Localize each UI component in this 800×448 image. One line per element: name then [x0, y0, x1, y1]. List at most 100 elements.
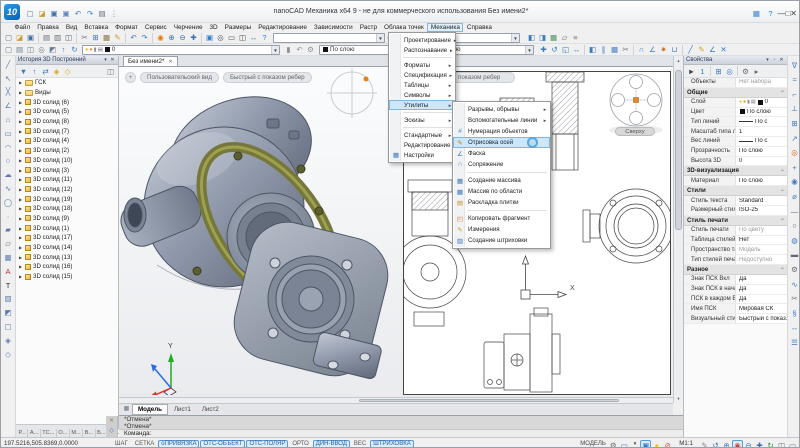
regen-icon[interactable]: ↻ [765, 440, 776, 448]
help-icon[interactable]: ? [763, 8, 777, 19]
tree-item[interactable]: ▶3D солид (7) [16, 126, 118, 136]
draft-icon[interactable]: ✎ [699, 440, 710, 448]
layout-tab[interactable]: Лист1 [169, 405, 196, 414]
status-toggle[interactable]: ОТС-ОБЪЕКТ [200, 440, 245, 448]
print-icon[interactable]: ▤ [96, 8, 108, 20]
position-marker-icon[interactable]: ◎ [789, 147, 800, 158]
panel-menu-icon[interactable]: ▾ [102, 57, 109, 63]
menu-item[interactable]: ✎Измерения [453, 224, 550, 235]
property-value[interactable]: Да [736, 286, 787, 292]
property-row[interactable]: Размерный стильISO-25 [684, 206, 787, 216]
new-file-icon[interactable]: ▢ [24, 8, 36, 20]
panel-close-icon[interactable]: ✕ [109, 57, 116, 63]
layout-tab[interactable]: Лист2 [197, 405, 224, 414]
open-file-icon[interactable]: ◪ [14, 32, 25, 43]
compass-view-label[interactable]: Сверху [615, 127, 655, 136]
region-icon[interactable]: ▰ [3, 224, 14, 235]
customize-props-icon[interactable]: ⚙ [740, 66, 751, 77]
ray-icon[interactable]: ↖ [3, 73, 14, 84]
raster-image-icon[interactable]: ▦ [548, 32, 559, 43]
property-section-header[interactable]: Стили− [684, 186, 787, 196]
status-toggle[interactable]: ДИН-ВВОД [313, 440, 350, 448]
grid-blue-icon[interactable]: ▦ [749, 8, 763, 19]
save-icon[interactable]: ▣ [48, 8, 60, 20]
view-compass[interactable] [609, 74, 663, 135]
property-value[interactable]: Мировая СК [736, 306, 787, 312]
order-up-icon[interactable]: ↑ [58, 44, 69, 55]
property-row[interactable]: Визуальный стильБыстрый с показ... [684, 314, 787, 324]
zoom-out-icon[interactable]: ⊖ [743, 440, 754, 448]
full-screen-icon[interactable]: ▭ [226, 32, 237, 43]
menubar-item[interactable]: Черчение [170, 23, 206, 32]
menu-item[interactable]: Эскизы► [389, 115, 455, 125]
property-row[interactable]: Знак ПСК ВклДа [684, 275, 787, 285]
format-painter-icon[interactable]: ✎ [112, 32, 123, 43]
property-row[interactable]: Масштаб типа л...1 [684, 127, 787, 137]
status-toggle[interactable]: ШТРИХОВКА [370, 440, 413, 448]
explode-icon[interactable]: ✷ [658, 44, 669, 55]
layer-prev-icon[interactable]: ↶ [294, 44, 305, 55]
viewport-plus-button[interactable]: + [125, 72, 136, 83]
dock-panel-icon[interactable]: ◫ [105, 66, 116, 77]
close-button[interactable]: ✕ [790, 9, 797, 18]
menu-item[interactable]: Распознавание► [389, 45, 455, 55]
text-style-icon[interactable]: A [3, 266, 14, 277]
stretch-icon[interactable]: ↔ [571, 44, 582, 55]
vertical-scroll-thumb[interactable] [675, 70, 682, 230]
zoom-in-icon[interactable]: ⊕ [721, 440, 732, 448]
zoom-extents-icon[interactable]: ◉ [155, 32, 166, 43]
collapse-icon[interactable]: − [780, 168, 784, 174]
status-toggle[interactable]: оПРИВЯЗКА [158, 440, 199, 448]
gradient-tool-icon[interactable]: ◩ [3, 307, 14, 318]
redo-icon[interactable]: ↷ [139, 32, 150, 43]
spec-list-icon[interactable]: ☰ [789, 337, 800, 348]
chamfer-tool-icon[interactable]: ∠ [647, 44, 658, 55]
sheet-props-icon[interactable]: ▤ [14, 44, 25, 55]
tree-item[interactable]: ▶3D солид (11) [16, 175, 118, 185]
save-as-icon[interactable]: ▣ [60, 8, 72, 20]
property-value[interactable]: По с [736, 119, 787, 125]
tolerance-frame-icon[interactable]: ⊞ [789, 118, 800, 129]
property-row[interactable]: Высота 3D0 [684, 157, 787, 167]
menubar-item[interactable]: Вид [62, 23, 81, 32]
tree-item[interactable]: ▶Виды [16, 88, 118, 98]
menubar-item[interactable]: Формат [112, 23, 142, 32]
tree-item[interactable]: ▶3D солид (3) [16, 165, 118, 175]
menu-item[interactable]: ▩Массив по области [453, 186, 550, 197]
quick-select-icon[interactable]: ◎ [724, 66, 735, 77]
point-icon[interactable]: ∙ [3, 211, 14, 222]
weld-symbol-icon[interactable]: ≈ [789, 74, 800, 85]
redo-icon[interactable]: ↷ [84, 8, 96, 20]
bearing-icon[interactable]: ◍ [789, 235, 800, 246]
menu-item[interactable]: ▨Создание штриховки [453, 235, 550, 246]
gear-icon[interactable]: ⚙ [608, 440, 619, 448]
copy-properties-icon[interactable]: ⊞ [713, 66, 724, 77]
menu-item[interactable]: ◰Копировать фрагмент [453, 213, 550, 224]
document-tab[interactable]: Без имени2* ✕ [123, 56, 178, 66]
datum-symbol-icon[interactable]: ⊥ [789, 103, 800, 114]
menu-item[interactable]: Утилиты► [389, 100, 455, 110]
text-style-combo[interactable]: ▼ [273, 33, 385, 43]
tree-item[interactable]: ▶3D солид (1) [16, 223, 118, 233]
property-value[interactable]: По цвету [736, 227, 787, 233]
tree-item[interactable]: ▶3D солид (19) [16, 194, 118, 204]
property-row[interactable]: Тип стилей печатиНедоступно [684, 255, 787, 265]
expand-cmd-icon[interactable]: ◇ [107, 426, 117, 436]
fit-view-icon[interactable]: ▭ [787, 440, 798, 448]
vertical-scrollbar[interactable]: ▲ ▼ [673, 56, 683, 403]
copy-screen-icon[interactable]: ◫ [776, 440, 787, 448]
status-toggle[interactable]: ОТС-ПОЛЯР [246, 440, 288, 448]
collapse-icon[interactable]: − [780, 188, 784, 194]
property-row[interactable]: Знак ПСК в нача...Да [684, 285, 787, 295]
panel-menu-icon[interactable]: ▾ [764, 57, 771, 63]
pin-panel-icon[interactable]: ▸ [751, 66, 762, 77]
shaft-element-icon[interactable]: ▬ [789, 249, 800, 260]
array-tool-icon[interactable]: ▦ [609, 44, 620, 55]
menu-item[interactable]: ▦Настройки [389, 150, 455, 160]
visual-style-button[interactable]: Быстрый с показом ребер [223, 72, 312, 83]
select-1-icon[interactable]: 1 [697, 66, 708, 77]
undo-icon[interactable]: ↶ [128, 32, 139, 43]
menubar-item[interactable]: Справка [463, 23, 495, 32]
tree-item[interactable]: ▶3D солид (18) [16, 204, 118, 214]
rotate-icon[interactable]: ↺ [549, 44, 560, 55]
